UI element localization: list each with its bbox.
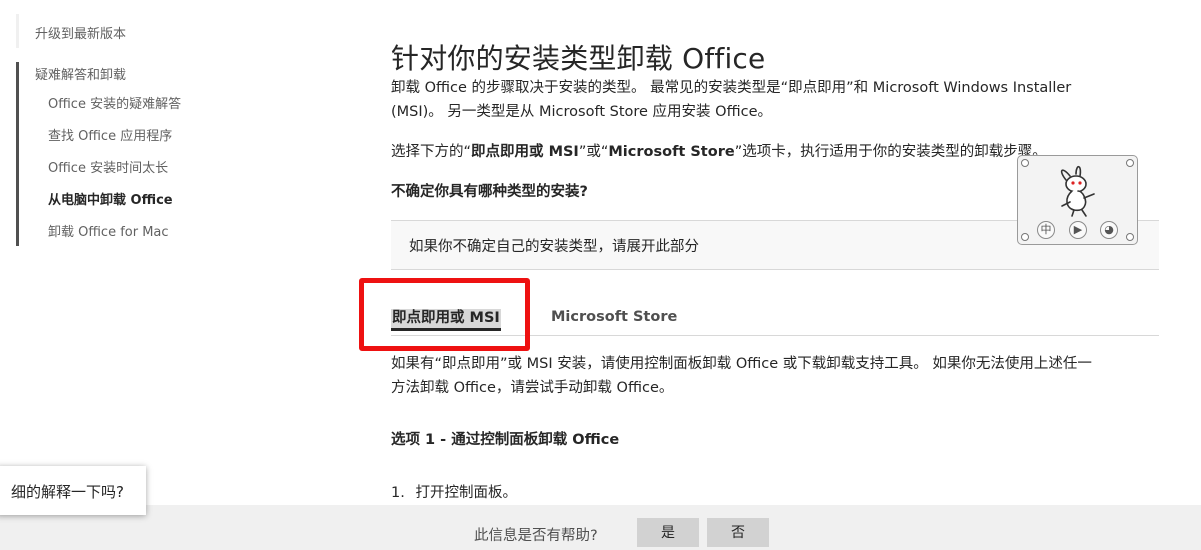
sidebar-item-troubleshoot[interactable]: 疑难解答和卸载 (35, 64, 126, 83)
page-title: 针对你的安装类型卸载 Office (391, 41, 766, 75)
highlight-box (359, 278, 530, 351)
widget-chinese-button[interactable]: 中 (1037, 221, 1055, 239)
sidebar-indicator (16, 14, 19, 48)
rabbit-mascot-icon (1060, 165, 1095, 217)
select-tab2-ref: Microsoft Store (608, 144, 735, 160)
unsure-heading: 不确定你具有哪种类型的安装? (391, 184, 588, 200)
feedback-yes-button[interactable]: 是 (637, 518, 699, 547)
widget-corner (1021, 233, 1029, 241)
sidebar-item-uninstall-pc[interactable]: 从电脑中卸载 Office (48, 189, 173, 208)
body-line-2: 方法卸载 Office，请尝试手动卸载 Office。 (391, 380, 674, 396)
sidebar-nav: 升级到最新版本 疑难解答和卸载 Office 安装的疑难解答 查找 Office… (0, 0, 340, 260)
intro-line-2: (MSI)。 另一类型是从 Microsoft Store 应用安装 Offic… (391, 104, 772, 120)
sidebar-item-upgrade[interactable]: 升级到最新版本 (35, 23, 126, 42)
sidebar-item-uninstall-mac[interactable]: 卸载 Office for Mac (48, 221, 169, 240)
feedback-no-button[interactable]: 否 (707, 518, 769, 547)
body-paragraph: 如果有“即点即用”或 MSI 安装，请使用控制面板卸载 Office 或下载卸载… (391, 352, 1092, 400)
select-tab1-ref: 即点即用或 MSI (471, 144, 579, 160)
feedback-popup[interactable]: 细的解释一下吗? (0, 466, 146, 515)
widget-corner (1126, 233, 1134, 241)
intro-line-1: 卸载 Office 的步骤取决于安装的类型。 最常见的安装类型是“即点即用”和 … (391, 80, 1072, 96)
select-instruction: 选择下方的“即点即用或 MSI”或“Microsoft Store”选项卡，执行… (391, 140, 1047, 164)
popup-text: 细的解释一下吗? (11, 483, 124, 501)
body-line-1: 如果有“即点即用”或 MSI 安装，请使用控制面板卸载 Office 或下载卸载… (391, 356, 1092, 372)
feedback-question: 此信息是否有帮助? (474, 528, 598, 544)
sidebar-item-find-apps[interactable]: 查找 Office 应用程序 (48, 125, 172, 144)
sidebar-item-install-slow[interactable]: Office 安装时间太长 (48, 157, 168, 176)
select-mid: ”或“ (578, 144, 609, 160)
widget-play-button[interactable]: ▶ (1069, 221, 1087, 239)
step-item: 1. 打开控制面板。 (391, 481, 517, 505)
tab-microsoft-store[interactable]: Microsoft Store (551, 309, 677, 325)
expander-label: 如果你不确定自己的安装类型，请展开此部分 (409, 239, 699, 255)
intro-paragraph: 卸载 Office 的步骤取决于安装的类型。 最常见的安装类型是“即点即用”和 … (391, 76, 1071, 124)
widget-corner (1126, 159, 1134, 167)
step-number: 1. (391, 485, 405, 501)
step-text: 打开控制面板。 (415, 485, 517, 501)
select-post: ”选项卡，执行适用于你的安装类型的卸载步骤。 (734, 144, 1047, 160)
widget-mode-button[interactable]: ◕ (1100, 221, 1118, 239)
sidebar-group-indicator (16, 62, 19, 246)
option-heading: 选项 1 - 通过控制面板卸载 Office (391, 432, 620, 448)
sidebar-item-install-troubleshoot[interactable]: Office 安装的疑难解答 (48, 93, 181, 112)
feedback-bar: 此信息是否有帮助? 是 否 (0, 505, 1201, 550)
select-pre: 选择下方的“ (391, 144, 472, 160)
floating-media-widget[interactable]: 中 ▶ ◕ (1017, 155, 1138, 245)
widget-corner (1021, 159, 1029, 167)
